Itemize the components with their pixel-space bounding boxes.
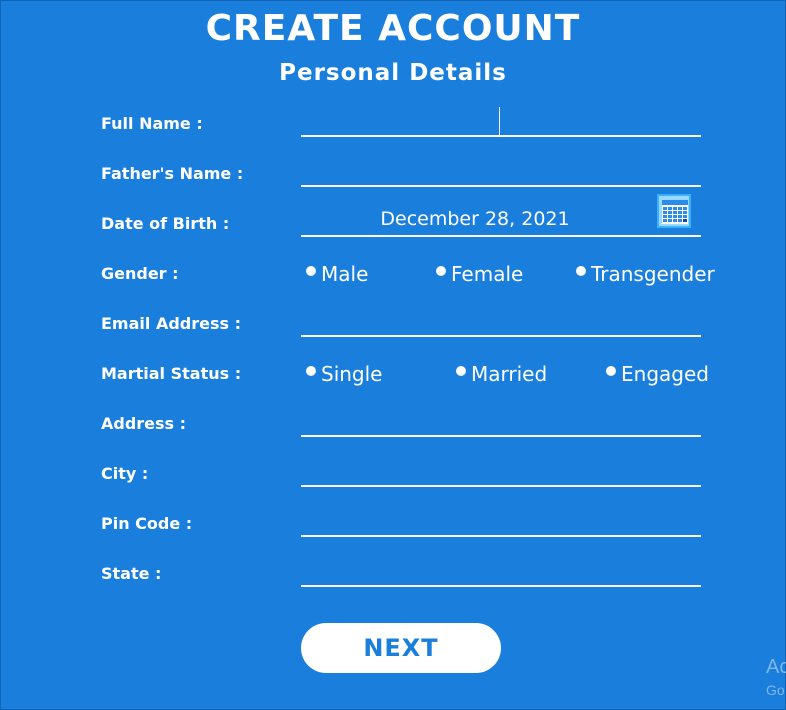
- dob-label: Date of Birth :: [101, 214, 230, 233]
- state-label: State :: [101, 564, 162, 583]
- marital-option-label: Single: [321, 362, 383, 386]
- father-name-label: Father's Name :: [101, 164, 244, 183]
- radio-button[interactable]: [576, 266, 586, 276]
- full-name-field-container: [301, 107, 705, 137]
- state-field-container: [301, 557, 705, 587]
- gender-option-label: Male: [321, 262, 369, 286]
- gender-label: Gender :: [101, 264, 179, 283]
- dob-value: December 28, 2021: [380, 208, 570, 230]
- gender-option-transgender[interactable]: Transgender: [576, 262, 715, 286]
- gender-option-male[interactable]: Male: [306, 262, 368, 286]
- radio-button[interactable]: [606, 366, 616, 376]
- full-name-label: Full Name :: [101, 114, 203, 133]
- marital-option-engaged[interactable]: Engaged: [606, 362, 709, 386]
- father-name-field-container: [301, 157, 705, 187]
- watermark-line-2: Go: [766, 682, 785, 698]
- state-input[interactable]: [301, 557, 705, 587]
- section-subtitle: Personal Details: [279, 60, 507, 86]
- city-field-container: [301, 457, 705, 487]
- gender-option-label: Female: [451, 262, 524, 286]
- radio-button[interactable]: [306, 366, 316, 376]
- watermark-line-1: Ac: [766, 656, 786, 678]
- address-input[interactable]: [301, 407, 705, 437]
- text-caret: [499, 107, 500, 135]
- radio-button[interactable]: [306, 266, 316, 276]
- email-field-container: [301, 307, 705, 337]
- city-label: City :: [101, 464, 149, 483]
- calendar-icon[interactable]: [657, 194, 691, 228]
- marital-option-label: Married: [471, 362, 548, 386]
- email-label: Email Address :: [101, 314, 241, 333]
- pin-code-input[interactable]: [301, 507, 705, 537]
- father-name-input[interactable]: [301, 157, 705, 187]
- marital-option-single[interactable]: Single: [306, 362, 382, 386]
- dob-field[interactable]: December 28, 2021: [301, 194, 701, 237]
- radio-button[interactable]: [436, 266, 446, 276]
- address-field-container: [301, 407, 705, 437]
- gender-option-female[interactable]: Female: [436, 262, 523, 286]
- next-button[interactable]: NEXT: [301, 623, 501, 673]
- pin-code-label: Pin Code :: [101, 514, 193, 533]
- full-name-input[interactable]: [301, 107, 705, 137]
- address-label: Address :: [101, 414, 187, 433]
- marital-status-label: Martial Status :: [101, 364, 242, 383]
- page-title: CREATE ACCOUNT: [205, 8, 581, 49]
- pin-code-field-container: [301, 507, 705, 537]
- gender-option-label: Transgender: [591, 262, 715, 286]
- city-input[interactable]: [301, 457, 705, 487]
- radio-button[interactable]: [456, 366, 466, 376]
- email-input[interactable]: [301, 307, 705, 337]
- marital-option-label: Engaged: [621, 362, 709, 386]
- marital-option-married[interactable]: Married: [456, 362, 547, 386]
